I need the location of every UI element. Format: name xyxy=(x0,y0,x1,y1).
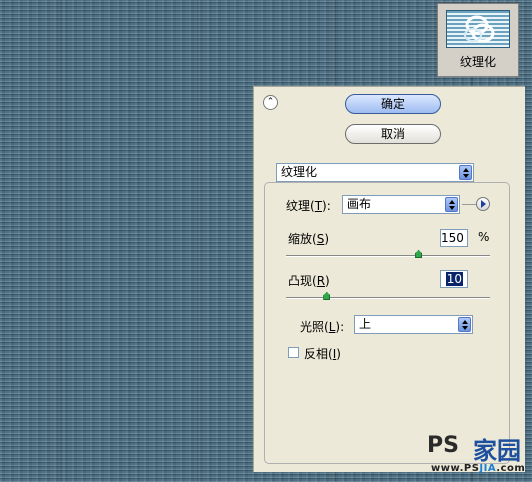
light-select-value: 上 xyxy=(359,317,372,331)
light-select[interactable]: 上 xyxy=(354,315,473,334)
collapse-icon[interactable]: ⌃ xyxy=(263,95,278,110)
light-label: 光照(L): xyxy=(300,320,345,334)
watermark-url: www.PSJIA.com xyxy=(431,463,526,474)
texture-select[interactable]: 画布 xyxy=(342,195,460,214)
relief-label: 凸现(R) xyxy=(288,274,330,288)
texture-select-value: 画布 xyxy=(347,197,372,211)
texture-label: 纹理(T): xyxy=(286,199,331,213)
relief-slider-track[interactable] xyxy=(286,297,490,299)
divider xyxy=(462,204,476,205)
watermark-logo: PS 家园 www.PSJIA.com xyxy=(427,433,527,479)
thumbnail-preview-image xyxy=(446,10,510,48)
dropdown-arrow-icon xyxy=(445,197,458,212)
scale-input[interactable]: 150 xyxy=(440,229,468,247)
relief-input[interactable]: 10 xyxy=(440,270,468,288)
watermark-ps-text: PS xyxy=(427,433,459,458)
thumbnail-label: 纹理化 xyxy=(459,55,496,69)
invert-label: 反相(I) xyxy=(304,347,341,361)
watermark-jia-text: 家园 xyxy=(473,437,521,465)
filter-dialog-panel: ⌃ 确定 取消 纹理化 纹理(T): 画布 缩放(S) 150 % 凸现(R) … xyxy=(253,86,525,472)
filter-select[interactable]: 纹理化 xyxy=(276,163,474,182)
scale-label: 缩放(S) xyxy=(288,232,330,246)
filter-select-value: 纹理化 xyxy=(281,165,318,179)
scale-unit: % xyxy=(478,230,490,244)
dropdown-arrow-icon xyxy=(458,317,471,332)
ok-button[interactable]: 确定 xyxy=(345,94,441,114)
filter-thumbnail[interactable]: 纹理化 xyxy=(437,3,519,77)
invert-checkbox[interactable] xyxy=(288,347,299,358)
scale-slider-track[interactable] xyxy=(286,255,490,257)
dropdown-arrow-icon xyxy=(459,165,472,180)
texture-menu-arrow-icon[interactable] xyxy=(476,197,490,211)
cancel-button[interactable]: 取消 xyxy=(345,124,441,144)
